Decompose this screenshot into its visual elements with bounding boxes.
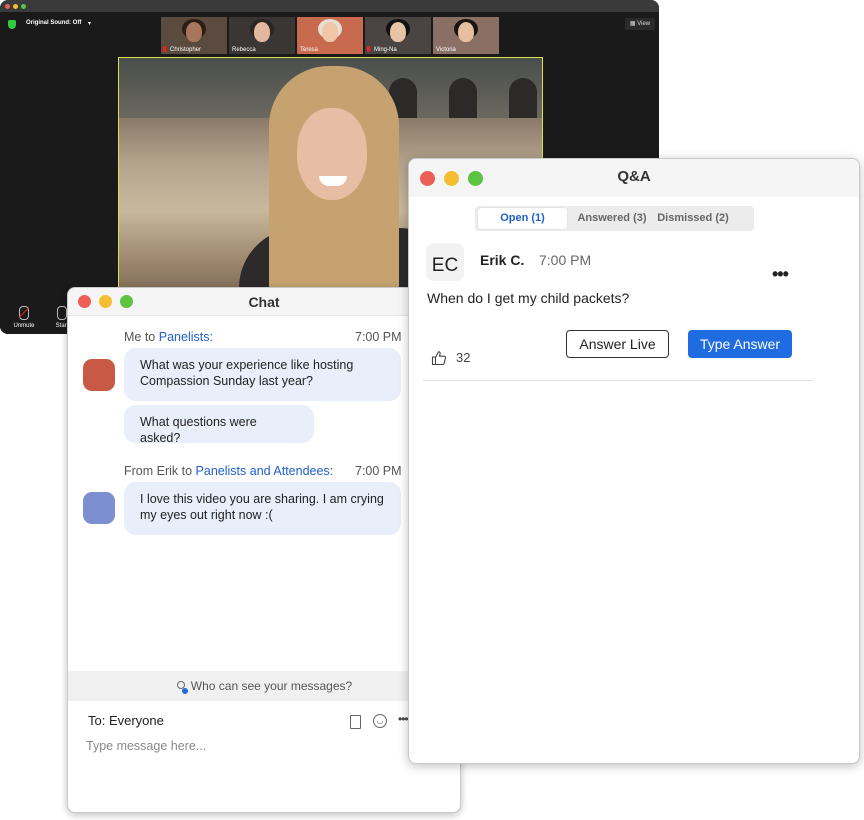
muted-mic-icon (367, 46, 370, 52)
emoji-icon[interactable]: ◡ (373, 714, 387, 728)
view-button-label: View (637, 21, 651, 27)
like-count: 32 (456, 350, 471, 365)
avatar (83, 359, 115, 391)
recipient-link[interactable]: Panelists: (159, 330, 213, 344)
message-bubble: I love this video you are sharing. I am … (124, 482, 401, 535)
message-sender: Me to (124, 330, 159, 344)
message-bubble: What was your experience like hosting Co… (124, 348, 401, 401)
video-camera-icon (57, 306, 67, 320)
participant-name: Ming-Na (374, 47, 397, 53)
avatar (83, 492, 115, 524)
more-options-icon[interactable]: ••• (398, 712, 409, 726)
message-time: 7:00 PM (355, 330, 402, 344)
chat-titlebar: Chat (68, 288, 460, 316)
participant-thumbnails: Christopher Rebecca Teresa Ming-Na Victo… (161, 17, 501, 54)
message-sender: From Erik to (124, 464, 196, 478)
participant-name: Teresa (300, 47, 319, 53)
muted-mic-icon (163, 46, 166, 52)
message-input[interactable] (84, 735, 408, 757)
who-can-see-button[interactable]: Who can see your messages? (68, 671, 460, 701)
question-time: 7:00 PM (539, 252, 592, 268)
participant-photo-face (458, 22, 474, 42)
participant-tile[interactable]: Victoria (433, 17, 499, 54)
participant-name: Victoria (436, 47, 456, 53)
tab-open[interactable]: Open (1) (478, 208, 567, 229)
file-icon[interactable] (350, 715, 361, 729)
view-button[interactable]: ▦ View (625, 18, 655, 30)
participant-tile[interactable]: Rebecca (229, 17, 295, 54)
video-arch (509, 78, 537, 118)
type-answer-button[interactable]: Type Answer (688, 330, 792, 358)
message-header: Me to Panelists: (124, 330, 213, 344)
qa-title: Q&A (617, 168, 651, 185)
meeting-close-button[interactable] (5, 4, 10, 9)
thumbs-up-icon[interactable] (431, 350, 447, 366)
participant-tile[interactable]: Ming-Na (365, 17, 431, 54)
tab-answered[interactable]: Answered (3) (572, 208, 652, 229)
qa-window: Q&A Open (1) Answered (3) Dismissed (2) … (408, 158, 860, 764)
chat-window: Chat Me to Panelists: 7:00 PM What was y… (67, 287, 461, 813)
message-header: From Erik to Panelists and Attendees: (124, 464, 333, 478)
participant-tile[interactable]: Christopher (161, 17, 227, 54)
meeting-maximize-button[interactable] (21, 4, 26, 9)
divider (423, 380, 813, 381)
tab-dismissed[interactable]: Dismissed (2) (653, 208, 733, 229)
chevron-down-icon[interactable]: ▾ (88, 20, 91, 27)
muted-mic-icon (19, 306, 29, 320)
more-options-icon[interactable]: ••• (772, 265, 789, 283)
participant-photo-face (186, 22, 202, 42)
recipient-selector[interactable]: To: Everyone (88, 713, 164, 728)
message-bubble: What questions were asked? (124, 405, 314, 445)
chat-title: Chat (248, 294, 280, 310)
participant-photo-face (254, 22, 270, 42)
participant-photo-face (390, 22, 406, 42)
participant-tile[interactable]: Teresa (297, 17, 363, 54)
participant-name: Christopher (170, 47, 202, 53)
avatar: EC (426, 243, 464, 281)
participant-name: Rebecca (232, 47, 256, 53)
meeting-titlebar (0, 0, 659, 12)
meeting-minimize-button[interactable] (13, 4, 18, 9)
unmute-label: Unmute (13, 323, 35, 329)
question-author: Erik C. (480, 252, 525, 268)
question-text: When do I get my child packets? (427, 290, 630, 306)
participant-photo-face (322, 22, 338, 42)
unmute-button[interactable]: Unmute (4, 306, 44, 329)
original-sound-toggle[interactable]: Original Sound: Off (26, 20, 81, 26)
who-can-see-label: Who can see your messages? (190, 679, 353, 693)
recipient-link[interactable]: Panelists and Attendees: (196, 464, 334, 478)
qa-titlebar: Q&A (409, 159, 859, 197)
user-visibility-icon (176, 681, 188, 694)
security-shield-icon (8, 20, 16, 29)
video-speaker-face (297, 108, 367, 200)
qa-tabs: Open (1) Answered (3) Dismissed (2) (475, 206, 754, 231)
message-time: 7:00 PM (355, 464, 402, 478)
answer-live-button[interactable]: Answer Live (566, 330, 669, 358)
video-arch (449, 78, 477, 118)
